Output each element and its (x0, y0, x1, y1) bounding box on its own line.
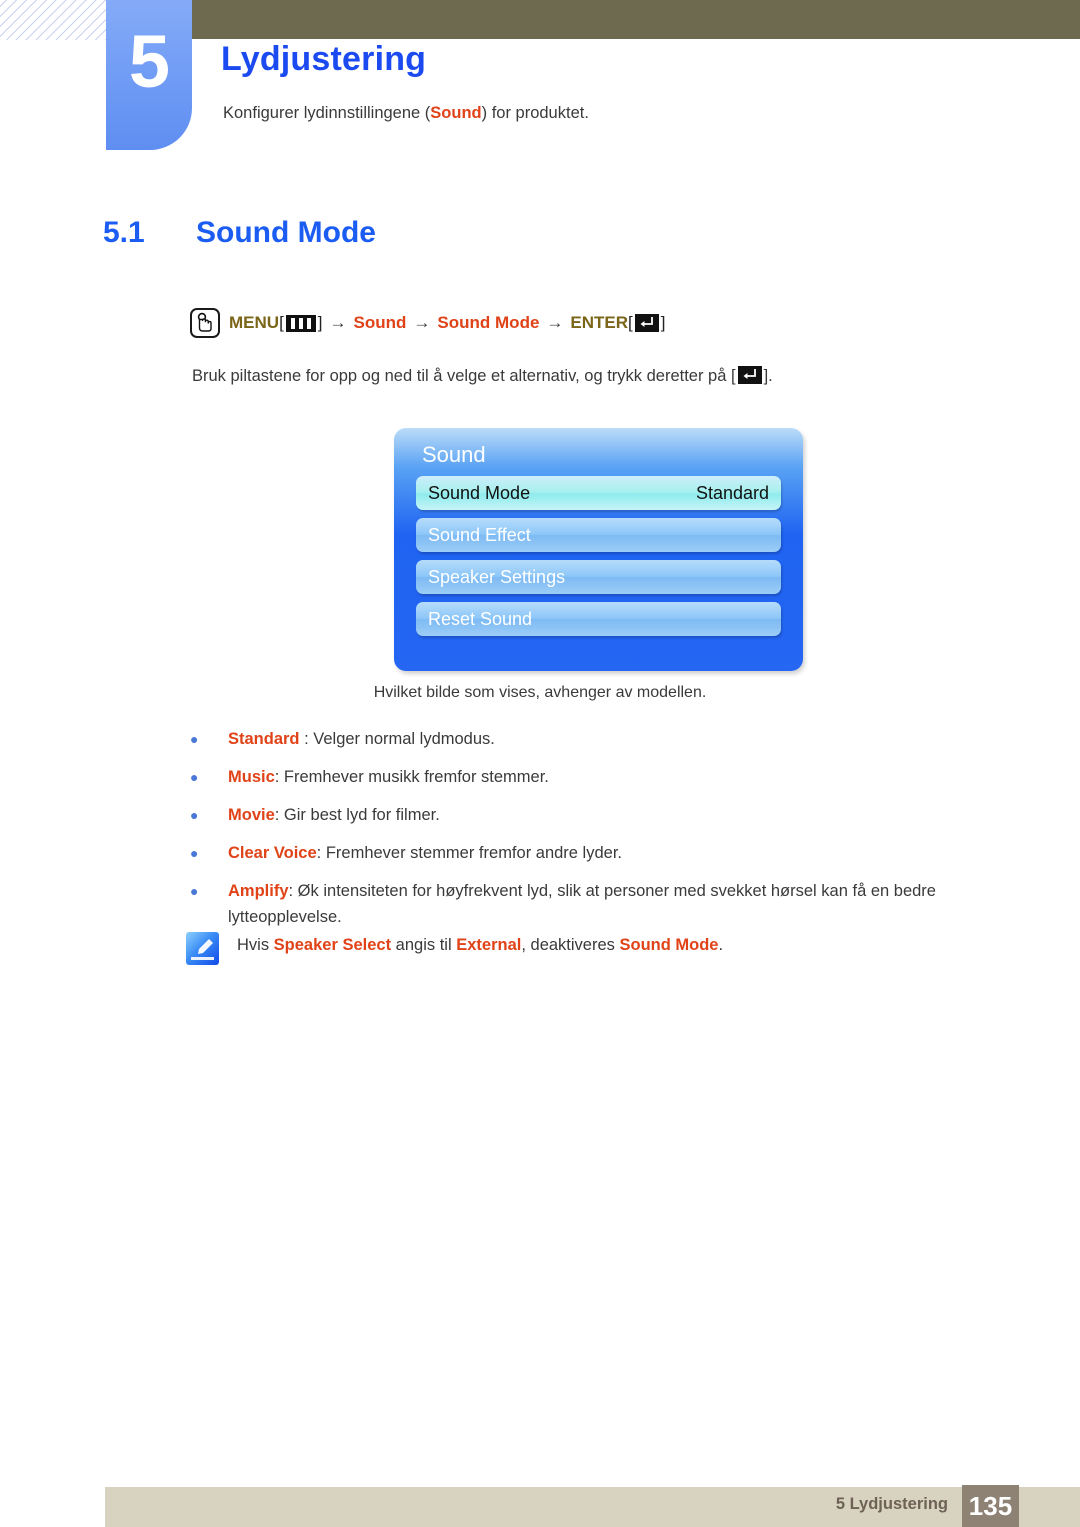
bullet-dot-icon: ● (190, 845, 199, 862)
menu-path-item-sound-mode: Sound Mode (437, 313, 540, 332)
osd-row-sound-effect[interactable]: Sound Effect (416, 518, 781, 552)
section-heading: 5.1 Sound Mode (103, 216, 376, 250)
chapter-subtitle: Konfigurer lydinnstillingene (Sound) for… (223, 104, 589, 123)
osd-row-value: Standard (695, 482, 769, 503)
path-arrow-3: → (546, 313, 564, 332)
hand-press-icon (190, 308, 220, 338)
osd-row-sound-mode[interactable]: Sound Mode Standard (416, 476, 781, 510)
list-item: ● Music: Fremhever musikk fremfor stemme… (190, 765, 1000, 791)
bracket-open-1: [ (279, 313, 284, 332)
page-number-box: 135 (962, 1485, 1019, 1527)
list-item-text: Standard : Velger normal lydmodus. (228, 727, 1000, 753)
list-item-text: Clear Voice: Fremhever stemmer fremfor a… (228, 841, 1000, 867)
osd-row-label: Sound Effect (428, 524, 531, 545)
chapter-subtitle-highlight: Sound (430, 104, 482, 122)
note-b3: Sound Mode (619, 936, 719, 954)
header-olive-bar (192, 0, 1080, 39)
list-item: ● Amplify: Øk intensiteten for høyfrekve… (190, 879, 1000, 930)
chapter-title: Lydjustering (221, 40, 427, 78)
bullet-dot-icon: ● (190, 883, 199, 900)
list-item-text: Amplify: Øk intensiteten for høyfrekvent… (228, 879, 1000, 930)
osd-caption: Hvilket bilde som vises, avhenger av mod… (373, 684, 707, 701)
list-item-rest: : Øk intensiteten for høyfrekvent lyd, s… (228, 882, 936, 926)
menu-path-item-sound: Sound (353, 313, 407, 332)
enter-label: ENTER (570, 313, 629, 332)
note-pen-icon (186, 932, 219, 965)
osd-sound-menu: Sound Sound Mode Standard Sound Effect S… (394, 428, 803, 671)
chapter-number: 5 (128, 20, 170, 103)
list-item-rest: : Fremhever musikk fremfor stemmer. (274, 768, 549, 787)
chapter-subtitle-pre: Konfigurer lydinnstillingene ( (223, 104, 431, 122)
note-p1: Hvis (237, 936, 274, 954)
bullet-dot-icon: ● (190, 731, 199, 747)
instruction-paragraph: Bruk piltastene for opp og ned til å vel… (192, 366, 773, 386)
bracket-close-1: ] (317, 313, 323, 332)
bullet-dot-icon: ● (190, 769, 199, 786)
bracket-close-2: ] (660, 313, 666, 332)
osd-row-label: Reset Sound (428, 608, 533, 629)
osd-row-label: Speaker Settings (428, 566, 566, 587)
list-item-term: Movie (228, 806, 275, 825)
list-item: ● Movie: Gir best lyd for filmer. (190, 803, 1000, 829)
list-item: ● Standard : Velger normal lydmodus. (190, 727, 1000, 753)
chapter-subtitle-post: ) for produktet. (481, 104, 589, 122)
page-number: 135 (968, 1490, 1013, 1521)
note-text: Hvis Speaker Select angis til External, … (237, 932, 723, 955)
list-item: ● Clear Voice: Fremhever stemmer fremfor… (190, 841, 1000, 867)
note-p4: . (718, 936, 724, 954)
note-b1: Speaker Select (273, 936, 392, 954)
option-list: ● Standard : Velger normal lydmodus. ● M… (190, 727, 1000, 943)
enter-key-icon-inline (737, 366, 762, 384)
list-item-rest: : Fremhever stemmer fremfor andre lyder. (316, 844, 622, 863)
bullet-dot-icon: ● (190, 807, 199, 824)
list-item-text: Movie: Gir best lyd for filmer. (228, 803, 1000, 829)
list-item-term: Amplify (228, 882, 289, 901)
menu-path: MENU [ ] → Sound → Sound Mode → ENTER [ … (190, 308, 666, 338)
osd-title: Sound (422, 442, 486, 467)
menu-bars-icon (285, 314, 316, 332)
path-arrow-1: → (329, 313, 347, 332)
note-p2: angis til (391, 936, 457, 954)
list-item-term: Standard (228, 730, 300, 748)
footer-chapter-label: 5 Lydjustering (835, 1495, 948, 1513)
section-number: 5.1 (103, 216, 145, 249)
bracket-open-2: [ (628, 313, 633, 332)
list-item-rest: : Gir best lyd for filmer. (274, 806, 440, 825)
list-item-term: Music (228, 768, 275, 787)
note-callout: Hvis Speaker Select angis til External, … (186, 932, 723, 965)
instruction-post: ]. (763, 367, 773, 385)
instruction-pre: Bruk piltastene for opp og ned til å vel… (192, 367, 736, 385)
path-arrow-2: → (413, 313, 431, 332)
note-b2: External (456, 936, 522, 954)
section-title: Sound Mode (196, 216, 376, 249)
list-item-term: Clear Voice (228, 844, 317, 863)
hatch-pattern-decoration (0, 0, 106, 40)
list-item-rest: : Velger normal lydmodus. (299, 730, 495, 748)
osd-row-reset-sound[interactable]: Reset Sound (416, 602, 781, 636)
osd-row-speaker-settings[interactable]: Speaker Settings (416, 560, 781, 594)
list-item-text: Music: Fremhever musikk fremfor stemmer. (228, 765, 1000, 791)
osd-row-label: Sound Mode (428, 482, 531, 503)
note-p3: , deaktiveres (521, 936, 620, 954)
enter-key-icon (634, 314, 659, 332)
menu-label: MENU (229, 313, 280, 332)
